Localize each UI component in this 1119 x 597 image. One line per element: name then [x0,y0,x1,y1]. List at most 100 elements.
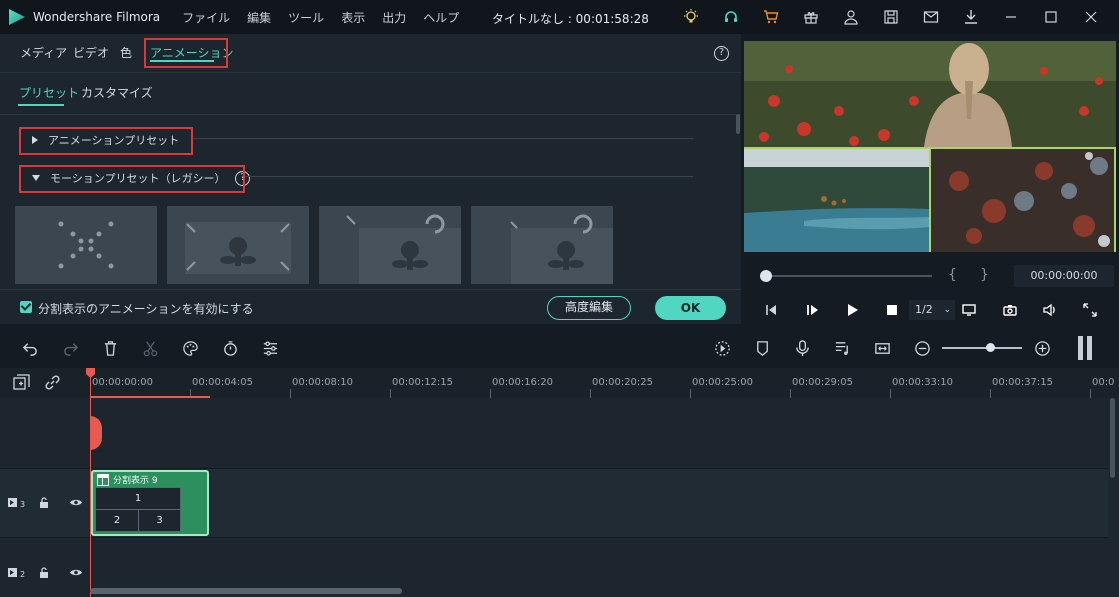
maximize-icon[interactable] [1031,0,1071,34]
minimize-icon[interactable] [991,0,1031,34]
time-ruler[interactable]: 00:00:00:00 00:00:04:05 00:00:08:10 00:0… [0,368,1119,398]
split-screen-clip[interactable]: 分割表示 9 1 2 3 [91,470,209,536]
advanced-edit-button[interactable]: 高度編集 [547,296,631,320]
palette-icon[interactable] [180,338,200,358]
tab-color[interactable]: 色 [120,44,132,61]
tab-media[interactable]: メディア [20,44,67,61]
subtab-customize[interactable]: カスタマイズ [81,84,153,101]
eye-icon[interactable] [70,568,82,577]
ruler-label: 00:00:08:10 [292,377,354,388]
microphone-icon[interactable] [792,338,812,358]
video-track-icon [8,498,17,507]
preset-thumbnail[interactable] [319,206,461,284]
panel-scrollbar[interactable] [736,114,740,134]
headset-icon[interactable] [711,0,751,34]
snapshot-icon[interactable] [996,296,1024,324]
mail-icon[interactable] [911,0,951,34]
progress-track[interactable] [766,275,932,277]
ruler-tick [890,389,891,398]
timeline: 00:00:00:00 00:00:04:05 00:00:08:10 00:0… [0,368,1119,597]
menu-file[interactable]: ファイル [182,9,230,26]
delete-icon[interactable] [100,338,120,358]
timeline-horizontal-scrollbar[interactable] [90,588,402,594]
audio-mixer-icon[interactable] [832,338,852,358]
link-icon[interactable] [44,374,61,391]
save-icon[interactable] [871,0,911,34]
menu-export[interactable]: 出力 [382,9,406,26]
cart-icon[interactable] [751,0,791,34]
preset-thumbnail[interactable] [167,206,309,284]
preset-thumbnail[interactable] [471,206,613,284]
enable-animation-checkbox[interactable] [20,301,32,313]
fit-timeline-icon[interactable] [872,338,892,358]
app-name: Wondershare Filmora [33,10,161,24]
user-icon[interactable] [831,0,871,34]
split-screen-icon [97,473,109,486]
video-track-icon [8,568,17,577]
menu-view[interactable]: 表示 [341,9,365,26]
scissors-icon[interactable] [140,338,160,358]
play-next-frame-icon[interactable] [798,296,826,324]
ruler-label: 00:00:37:15 [992,377,1054,388]
ruler-tick [290,389,291,398]
lightbulb-icon[interactable] [671,0,711,34]
mark-in-icon[interactable]: { [948,267,957,283]
timeline-vertical-scrollbar[interactable] [1110,398,1115,478]
marker-icon[interactable] [752,338,772,358]
ruler-label: 00:00:04:05 [192,377,254,388]
stop-icon[interactable] [878,296,906,324]
subtabs: プリセット カスタマイズ [0,74,741,115]
progress-knob[interactable] [760,270,772,282]
pause-icon[interactable] [1078,336,1092,360]
volume-icon[interactable] [1036,296,1064,324]
ruler-tick [690,389,691,398]
highlight-box-animation-preset [19,127,193,155]
mark-out-icon[interactable]: } [980,267,989,283]
ruler-tick [490,389,491,398]
timeline-toolbar [0,328,1119,368]
preset-thumbnail[interactable] [15,206,157,284]
fullscreen-icon[interactable] [1076,296,1104,324]
panel-footer: 分割表示のアニメーションを有効にする 高度編集 OK [0,289,741,324]
playback-controls: 1/2 ⌄ [744,296,1119,324]
help-icon[interactable]: ? [714,46,729,61]
ruler-label: 00:00:20:25 [592,377,654,388]
download-icon[interactable] [951,0,991,34]
render-preview-icon[interactable] [712,338,732,358]
ok-button[interactable]: OK [655,296,726,320]
menu-help[interactable]: ヘルプ [423,9,459,26]
display-icon[interactable] [955,296,983,324]
prev-frame-icon[interactable] [757,296,785,324]
redo-icon[interactable] [60,338,80,358]
menu-bar: ファイル 編集 ツール 表示 出力 ヘルプ [182,9,476,26]
add-track-icon[interactable] [13,374,30,391]
subtab-preset[interactable]: プリセット [19,84,79,101]
panel-tabs: メディア ビデオ 色 アニメーション ? [0,34,741,73]
playback-quality-select[interactable]: 1/2 ⌄ [909,300,955,320]
highlight-box-motion-preset [19,165,245,193]
gift-icon[interactable] [791,0,831,34]
zoom-slider-knob[interactable] [986,343,995,352]
playhead[interactable] [90,368,91,597]
divider [245,176,693,177]
play-icon[interactable] [838,296,866,324]
close-icon[interactable] [1071,0,1111,34]
zoom-in-icon[interactable] [1032,338,1052,358]
preview-panel: { } 00:00:00:00 1/2 ⌄ [744,34,1119,324]
eye-icon[interactable] [70,498,82,507]
menu-edit[interactable]: 編集 [247,9,271,26]
lock-icon[interactable] [39,497,49,508]
lock-icon[interactable] [39,567,49,578]
timer-icon[interactable] [220,338,240,358]
tab-video[interactable]: ビデオ [73,44,109,61]
window-icons [671,0,1111,34]
menu-tools[interactable]: ツール [288,9,324,26]
ruler-head [0,368,88,398]
ruler-tick [390,389,391,398]
rotate-flower-icon [510,214,613,284]
zoom-slider-track[interactable] [942,347,1022,349]
adjust-icon[interactable] [260,338,280,358]
zoom-out-icon[interactable] [912,338,932,358]
ruler-label: 00:00:12:15 [392,377,454,388]
undo-icon[interactable] [20,338,40,358]
